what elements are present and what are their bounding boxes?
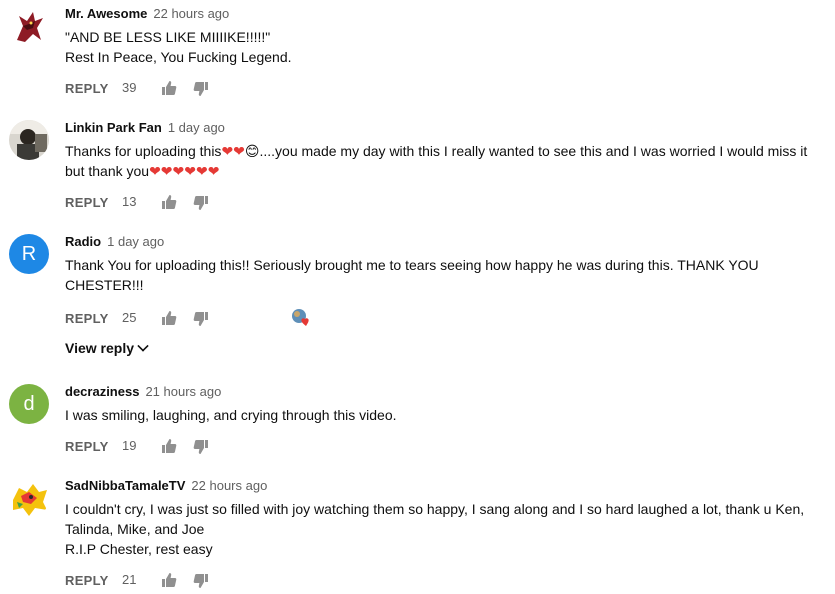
author-name[interactable]: decraziness — [65, 384, 139, 399]
comment-body: decraziness 21 hours ago I was smiling, l… — [65, 384, 825, 425]
avatar-letter: R — [21, 243, 37, 265]
comment-line: Rest In Peace, You Fucking Legend. — [65, 49, 292, 65]
reply-button[interactable]: REPLY — [65, 439, 109, 454]
heart-emoji-icon: ❤ — [221, 143, 234, 159]
author-name[interactable]: Radio — [65, 234, 101, 249]
reply-button[interactable]: REPLY — [65, 573, 109, 588]
like-count: 25 — [122, 310, 137, 325]
heart-emoji-icon: ❤ — [160, 163, 173, 179]
like-count: 13 — [122, 194, 137, 209]
like-icon[interactable] — [161, 80, 177, 96]
chevron-down-icon — [137, 340, 149, 352]
comment-body: Mr. Awesome 22 hours ago "AND BE LESS LIK… — [65, 6, 825, 67]
cartoon-avatar-icon[interactable] — [9, 478, 49, 518]
author-name[interactable]: Linkin Park Fan — [65, 120, 162, 135]
view-reply-button[interactable]: View reply — [65, 340, 149, 356]
comment-line: CHESTER!!! — [65, 277, 144, 293]
comment-line: I couldn't cry, I was just so filled wit… — [65, 501, 805, 517]
like-icon[interactable] — [161, 438, 177, 454]
author-name[interactable]: Mr. Awesome — [65, 6, 147, 21]
dislike-icon[interactable] — [193, 195, 209, 211]
like-icon[interactable] — [161, 572, 177, 588]
comment-text: "AND BE LESS LIKE MIIIIKE!!!!!" Rest In … — [65, 27, 825, 67]
comment-body: Linkin Park Fan 1 day ago Thanks for uplo… — [65, 120, 825, 181]
comment-line: Thanks for uploading this❤❤😊....you made… — [65, 143, 808, 159]
dislike-icon[interactable] — [193, 439, 209, 455]
like-count: 19 — [122, 438, 137, 453]
reply-button[interactable]: REPLY — [65, 81, 109, 96]
comment-actions: REPLY 25 — [65, 308, 309, 328]
comment-header: decraziness 21 hours ago — [65, 384, 825, 400]
comment-line: but thank you❤❤❤❤❤❤ — [65, 163, 220, 179]
comment-time[interactable]: 1 day ago — [168, 120, 225, 135]
comment-header: SadNibbaTamaleTV 22 hours ago — [65, 478, 825, 494]
comment-actions: REPLY 21 — [65, 570, 208, 590]
comment-actions: REPLY 13 — [65, 192, 208, 212]
view-reply-label: View reply — [65, 340, 135, 356]
heart-emoji-icon: ❤ — [172, 163, 185, 179]
comment-header: Radio 1 day ago — [65, 234, 825, 250]
dislike-icon[interactable] — [193, 573, 209, 589]
comment-time[interactable]: 21 hours ago — [145, 384, 221, 399]
red-wolf-avatar-icon[interactable] — [9, 6, 49, 46]
reply-button[interactable]: REPLY — [65, 195, 109, 210]
avatar-letter: d — [23, 393, 35, 415]
comment-time[interactable]: 1 day ago — [107, 234, 164, 249]
dislike-icon[interactable] — [193, 311, 209, 327]
letter-avatar-icon[interactable]: d — [9, 384, 49, 424]
comment-line: I was smiling, laughing, and crying thro… — [65, 407, 397, 423]
comment-header: Mr. Awesome 22 hours ago — [65, 6, 825, 22]
comment-text: Thank You for uploading this!! Seriously… — [65, 255, 825, 295]
heart-emoji-icon: ❤ — [196, 163, 208, 179]
comment-body: SadNibbaTamaleTV 22 hours ago I couldn't … — [65, 478, 825, 559]
reply-button[interactable]: REPLY — [65, 311, 109, 326]
creator-heart-icon — [291, 308, 311, 328]
comment-text: I was smiling, laughing, and crying thro… — [65, 405, 825, 425]
photo-avatar-icon[interactable] — [9, 120, 49, 160]
comment-time[interactable]: 22 hours ago — [191, 478, 267, 493]
comment-line: Thank You for uploading this!! Seriously… — [65, 257, 759, 273]
heart-emoji-icon: ❤ — [184, 163, 196, 179]
comment-actions: REPLY 39 — [65, 78, 208, 98]
like-icon[interactable] — [161, 310, 177, 326]
comment-actions: REPLY 19 — [65, 436, 208, 456]
comment-header: Linkin Park Fan 1 day ago — [65, 120, 825, 136]
comment-line: R.I.P Chester, rest easy — [65, 541, 213, 557]
comment-line: Talinda, Mike, and Joe — [65, 521, 205, 537]
comment-text: Thanks for uploading this❤❤😊....you made… — [65, 141, 825, 181]
like-icon[interactable] — [161, 194, 177, 210]
heart-emoji-icon: ❤ — [207, 163, 220, 179]
author-name[interactable]: SadNibbaTamaleTV — [65, 478, 185, 493]
letter-avatar-icon[interactable]: R — [9, 234, 49, 274]
comment-line: "AND BE LESS LIKE MIIIIKE!!!!!" — [65, 29, 271, 45]
heart-emoji-icon: ❤ — [149, 163, 161, 179]
dislike-icon[interactable] — [193, 81, 209, 97]
comment-text: I couldn't cry, I was just so filled wit… — [65, 499, 825, 559]
heart-emoji-icon: ❤ — [233, 143, 245, 159]
like-count: 39 — [122, 80, 137, 95]
comment-body: Radio 1 day ago Thank You for uploading t… — [65, 234, 825, 295]
like-count: 21 — [122, 572, 137, 587]
comment-time[interactable]: 22 hours ago — [153, 6, 229, 21]
